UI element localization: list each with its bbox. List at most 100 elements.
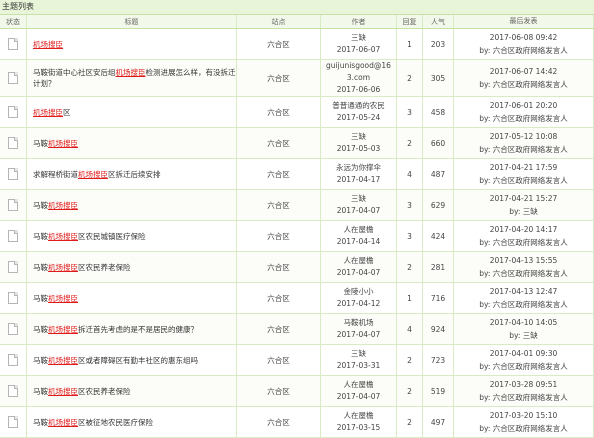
table-row: 机场搜臣 六合区 三缺 2017-06-07 1 203 2017-06-08 09:42 b… [0, 28, 594, 60]
topic-title-suffix-line2[interactable]: 计划？ [33, 79, 56, 88]
topic-title-prefix[interactable]: 马鞍 [33, 201, 48, 210]
topic-title-suffix[interactable]: 检测进展怎么样，有没拆迁 [146, 68, 236, 77]
author-name[interactable]: 人在屋檐 [344, 256, 374, 265]
view-count: 660 [422, 127, 454, 159]
topic-title-suffix[interactable]: 区 [63, 108, 71, 117]
topic-title-keyword[interactable]: 机场搜臣 [78, 170, 108, 179]
topic-title-prefix[interactable]: 马鞍街道中心社区安后组 [33, 68, 116, 77]
topic-title-prefix[interactable]: 马鞍 [33, 325, 48, 334]
last-post-by[interactable]: by: 六合区政府网络发言人 [479, 46, 568, 55]
last-post-by[interactable]: by: 六合区政府网络发言人 [479, 238, 568, 247]
topic-title-suffix[interactable]: 拆迁首先考虑的是不是居民的健康？ [78, 325, 198, 334]
status-cell [0, 251, 27, 283]
reply-count: 2 [396, 375, 423, 407]
author-name[interactable]: 三缺 [351, 132, 366, 141]
col-header-last-post: 最后发表 [453, 15, 594, 29]
author-cell: 人在屋檐 2017-03-15 [320, 406, 397, 438]
last-post-by[interactable]: by: 六合区政府网络发言人 [479, 269, 568, 278]
view-count: 924 [422, 313, 454, 345]
last-post-by[interactable]: by: 六合区政府网络发言人 [479, 393, 568, 402]
topic-title-prefix[interactable]: 马鞍 [33, 418, 48, 427]
topic-title-prefix[interactable]: 马鞍 [33, 232, 48, 241]
author-name[interactable]: 人在屋檐 [344, 411, 374, 420]
author-name[interactable]: 马鞍机场 [344, 318, 374, 327]
last-post-by[interactable]: by: 六合区政府网络发言人 [479, 176, 568, 185]
last-post-by[interactable]: by: 六合区政府网络发言人 [479, 362, 568, 371]
post-date: 2017-06-07 [336, 45, 381, 54]
topic-title-suffix[interactable]: 区或者障碍区有勤丰社区的惠东组吗 [78, 356, 198, 365]
site-cell: 六合区 [236, 28, 321, 60]
site-cell: 六合区 [236, 406, 321, 438]
topic-title-keyword[interactable]: 机场搜臣 [116, 68, 146, 77]
author-name[interactable]: 三缺 [351, 194, 366, 203]
topic-title-prefix[interactable]: 马鞍 [33, 387, 48, 396]
author-name[interactable]: 普普通通的农民 [332, 101, 385, 110]
post-date: 2017-04-07 [336, 392, 381, 401]
table-row: 机场搜臣区 六合区 普普通通的农民 2017-05-24 3 458 2017-06-01 … [0, 96, 594, 128]
reply-count: 3 [396, 96, 423, 128]
topic-title-keyword[interactable]: 机场搜臣 [48, 418, 78, 427]
topic-title-keyword[interactable]: 机场搜臣 [48, 325, 78, 334]
topic-title-suffix[interactable]: 区拆迁后续安排 [108, 170, 161, 179]
author-name[interactable]: 三缺 [351, 33, 366, 42]
view-count: 487 [422, 158, 454, 190]
title-cell: 机场搜臣区 [26, 96, 237, 128]
topic-title-suffix[interactable]: 区农民养老保险 [78, 387, 131, 396]
col-header-reply: 回复 [396, 15, 423, 29]
topic-title-keyword[interactable]: 机场搜臣 [48, 232, 78, 241]
last-post-by[interactable]: by: 三缺 [509, 331, 538, 340]
post-date: 2017-04-07 [336, 330, 381, 339]
author-name[interactable]: 金陵小小 [344, 287, 374, 296]
topic-title-keyword[interactable]: 机场搜臣 [48, 139, 78, 148]
last-post-by[interactable]: by: 六合区政府网络发言人 [479, 80, 568, 89]
author-name-line1[interactable]: guijunisgood@16 [326, 61, 391, 70]
post-date: 2017-04-12 [336, 299, 381, 308]
topic-title-suffix[interactable]: 区被征地农民医疗保险 [78, 418, 153, 427]
site-cell: 六合区 [236, 127, 321, 159]
last-post-time: 2017-04-10 14:05 [489, 318, 558, 327]
title-cell: 马鞍机场搜臣区农民养老保险 [26, 375, 237, 407]
view-count: 723 [422, 344, 454, 376]
topic-title-keyword[interactable]: 机场搜臣 [48, 294, 78, 303]
last-post-cell: 2017-04-01 09:30 by: 六合区政府网络发言人 [453, 344, 594, 376]
topic-title-keyword[interactable]: 机场搜臣 [33, 108, 63, 117]
author-name[interactable]: 人在屋檐 [344, 380, 374, 389]
post-date: 2017-05-03 [336, 144, 381, 153]
topic-title-prefix[interactable]: 马鞍 [33, 356, 48, 365]
site-cell: 六合区 [236, 251, 321, 283]
status-cell [0, 220, 27, 252]
topic-title-keyword[interactable]: 机场搜臣 [48, 387, 78, 396]
reply-count: 2 [396, 406, 423, 438]
author-cell: 马鞍机场 2017-04-07 [320, 313, 397, 345]
topic-title-prefix[interactable]: 马鞍 [33, 294, 48, 303]
last-post-by[interactable]: by: 六合区政府网络发言人 [479, 114, 568, 123]
title-cell: 马鞍机场搜臣 [26, 127, 237, 159]
topic-title-prefix[interactable]: 马鞍 [33, 139, 48, 148]
view-count: 424 [422, 220, 454, 252]
topic-title-prefix[interactable]: 求解程桥街道 [33, 170, 78, 179]
last-post-by[interactable]: by: 三缺 [509, 207, 538, 216]
topic-title-keyword[interactable]: 机场搜臣 [48, 263, 78, 272]
last-post-time: 2017-06-01 20:20 [489, 101, 558, 110]
author-name[interactable]: 人在屋檐 [344, 225, 374, 234]
reply-count: 1 [396, 28, 423, 60]
topic-title-keyword[interactable]: 机场搜臣 [33, 40, 63, 49]
last-post-cell: 2017-04-13 12:47 by: 六合区政府网络发言人 [453, 282, 594, 314]
author-name[interactable]: 永远为你撑伞 [336, 163, 381, 172]
last-post-by[interactable]: by: 六合区政府网络发言人 [479, 300, 568, 309]
post-date: 2017-04-07 [336, 206, 381, 215]
topic-title-suffix[interactable]: 区农民养老保险 [78, 263, 131, 272]
topic-rows: 机场搜臣 六合区 三缺 2017-06-07 1 203 2017-06-08 09:42 b… [0, 28, 594, 438]
last-post-by[interactable]: by: 六合区政府网络发言人 [479, 145, 568, 154]
document-icon [8, 230, 18, 242]
topic-title-prefix[interactable]: 马鞍 [33, 263, 48, 272]
author-name-line2[interactable]: 3.com [347, 73, 370, 82]
document-icon [8, 72, 18, 84]
author-name[interactable]: 三缺 [351, 349, 366, 358]
topic-title-keyword[interactable]: 机场搜臣 [48, 356, 78, 365]
topic-title-suffix[interactable]: 区农民城镇医疗保险 [78, 232, 146, 241]
view-count: 281 [422, 251, 454, 283]
topic-title-keyword[interactable]: 机场搜臣 [48, 201, 78, 210]
topic-list-panel: 主题列表 状态 标题 站点 作者 回复 人气 最后发表 机场搜臣 六合区 三缺 201… [0, 0, 594, 438]
author-cell: 人在屋檐 2017-04-07 [320, 375, 397, 407]
